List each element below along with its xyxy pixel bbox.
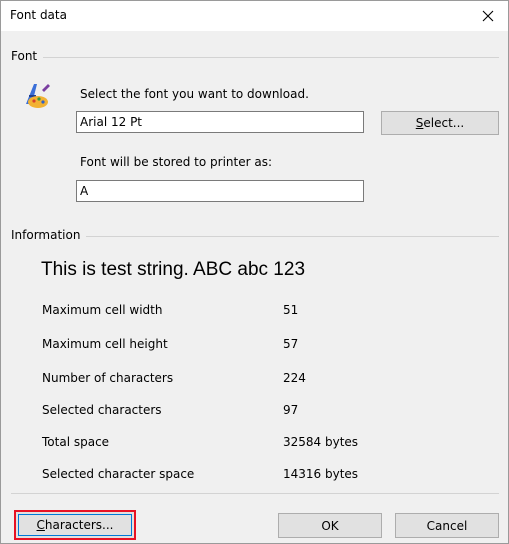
ok-button-label: OK <box>321 518 339 533</box>
info-value: 224 <box>283 371 306 385</box>
cancel-button-label: Cancel <box>426 518 468 533</box>
info-value: 57 <box>283 337 299 351</box>
font-name-field[interactable]: Arial 12 Pt <box>76 111 364 133</box>
info-label: Maximum cell width <box>42 303 163 317</box>
select-button-label: elect... <box>423 116 465 130</box>
footer-divider <box>11 493 499 494</box>
select-font-prompt: Select the font you want to download. <box>80 87 309 101</box>
test-string-preview: This is test string. ABC abc 123 <box>41 259 306 280</box>
characters-button-mnemonic: C <box>36 518 45 532</box>
cancel-button[interactable]: Cancel <box>395 513 499 538</box>
select-font-button[interactable]: Select... <box>381 111 499 135</box>
ok-button[interactable]: OK <box>278 513 382 538</box>
window-title: Font data <box>10 8 67 22</box>
font-data-dialog: Font data Font Select the font you want … <box>0 0 509 544</box>
characters-button[interactable]: Characters... <box>14 510 136 540</box>
info-value: 97 <box>283 403 299 417</box>
font-group-label: Font <box>11 49 44 63</box>
info-label: Number of characters <box>42 371 174 385</box>
info-group-label: Information <box>11 228 87 242</box>
characters-button-focus-ring: Characters... <box>18 514 132 536</box>
close-button[interactable] <box>468 1 508 31</box>
dialog-content: Font Select the font you want to downloa… <box>1 31 508 543</box>
title-bar: Font data <box>1 1 508 31</box>
font-group-divider <box>11 57 499 58</box>
stored-as-prompt: Font will be stored to printer as: <box>80 155 273 169</box>
info-label: Selected characters <box>42 403 162 417</box>
info-value: 14316 bytes <box>283 467 359 481</box>
info-label: Selected character space <box>42 467 195 481</box>
select-button-mnemonic: S <box>415 116 424 130</box>
font-tool-icon <box>26 84 50 108</box>
info-label: Total space <box>42 435 110 449</box>
info-value: 51 <box>283 303 299 317</box>
printer-font-name-field[interactable]: A <box>76 180 364 202</box>
characters-button-label: haracters... <box>44 518 114 532</box>
info-label: Maximum cell height <box>42 337 168 351</box>
info-value: 32584 bytes <box>283 435 359 449</box>
close-icon <box>482 10 494 22</box>
